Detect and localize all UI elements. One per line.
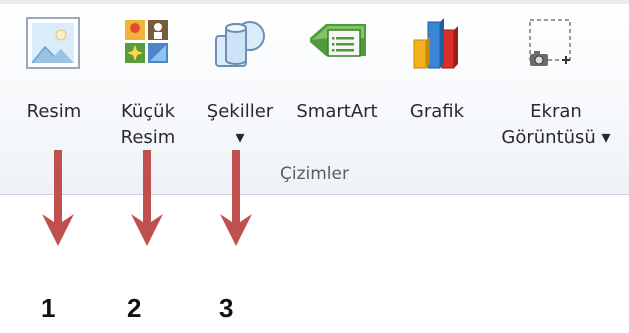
chart-button[interactable]: Grafik <box>394 14 480 154</box>
screenshot-button[interactable]: Ekran Görüntüsü ▾ <box>486 14 626 154</box>
screenshot-label-line2: Görüntüsü ▾ <box>501 127 611 148</box>
annotation-number-3: 3 <box>219 293 234 323</box>
clip-art-button[interactable]: Küçük Resim <box>108 14 188 154</box>
annotation-number-1: 1 <box>41 293 56 323</box>
shapes-label: Şekiller <box>206 101 274 122</box>
chart-label: Grafik <box>409 101 465 122</box>
annotation-arrow-1 <box>42 150 74 246</box>
screenshot-icon <box>518 14 582 80</box>
group-label: Çizimler <box>280 164 349 184</box>
shapes-dropdown-icon[interactable]: ▾ <box>196 127 284 148</box>
shapes-button[interactable]: Şekiller ▾ <box>196 14 284 154</box>
smartart-button[interactable]: SmartArt <box>288 14 386 154</box>
annotation-arrow-2 <box>131 150 163 246</box>
chart-icon <box>408 14 466 78</box>
annotation-arrow-3 <box>220 150 252 246</box>
annotation-number-2: 2 <box>127 293 142 323</box>
picture-label: Resim <box>26 101 82 122</box>
clip-art-icon <box>121 14 173 76</box>
smartart-label: SmartArt <box>296 101 378 122</box>
ribbon-top-border <box>0 0 629 4</box>
picture-button[interactable]: Resim <box>14 14 94 154</box>
shapes-icon <box>212 14 268 76</box>
clip-art-label-line2: Resim <box>120 127 176 148</box>
clip-art-label-line1: Küçük <box>120 101 176 122</box>
smartart-icon <box>306 14 368 76</box>
ribbon-illustrations-group: Resim Küçük Resim Şekiller ▾ SmartArt Gr… <box>0 0 629 195</box>
picture-icon <box>25 14 81 76</box>
screenshot-label-line1: Ekran <box>530 101 582 122</box>
